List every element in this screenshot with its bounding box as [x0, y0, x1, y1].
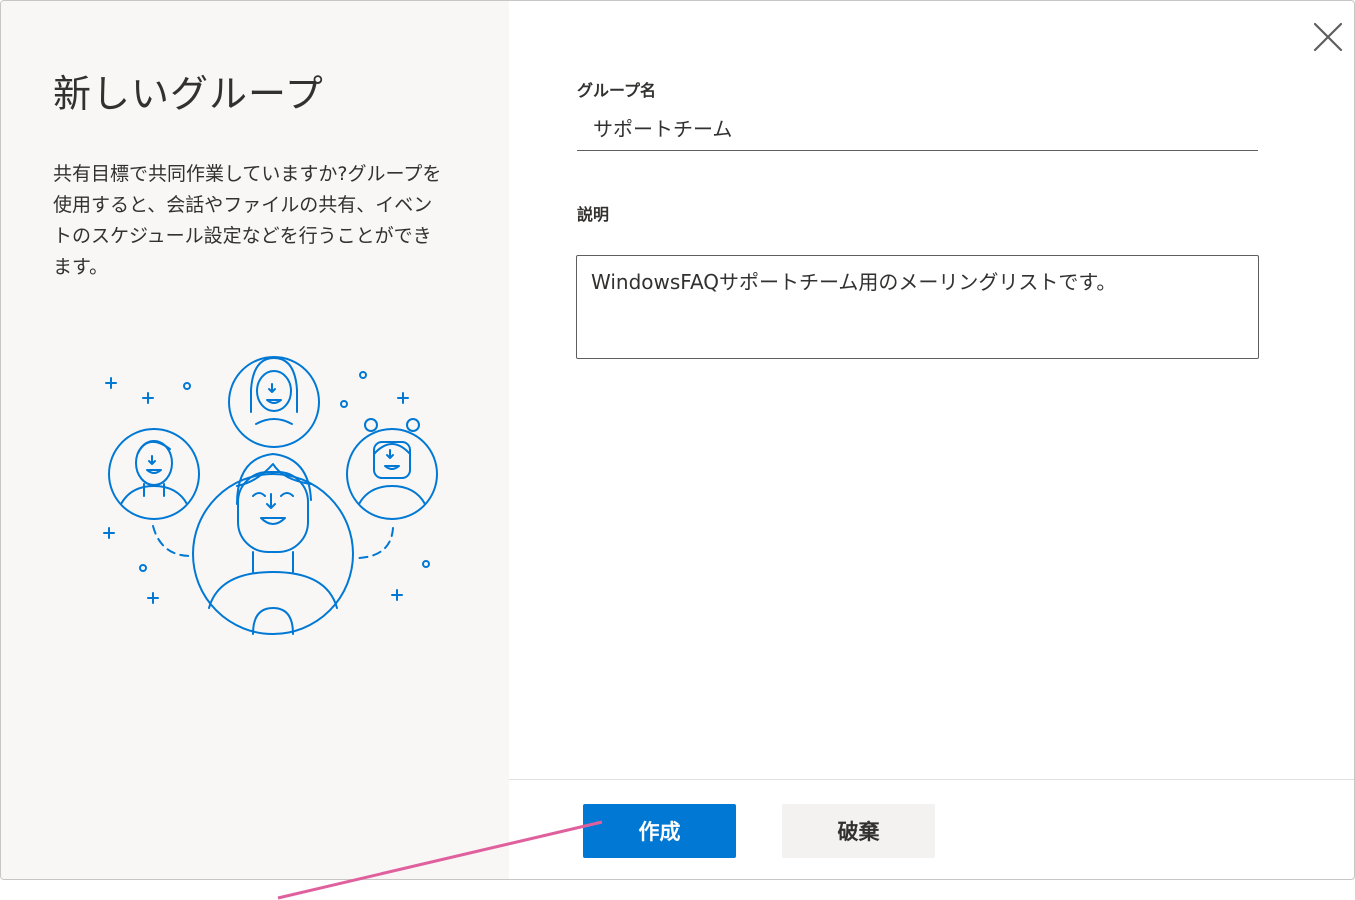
- group-name-input[interactable]: [577, 105, 1258, 151]
- group-people-illustration: [103, 356, 438, 635]
- description-textarea[interactable]: WindowsFAQサポートチーム用のメーリングリストです。: [576, 255, 1259, 359]
- close-icon: [1313, 22, 1343, 52]
- description-label: 説明: [577, 205, 610, 224]
- dialog-description: 共有目標で共同作業していますか?グループを使用すると、会話やファイルの共有、イベ…: [53, 163, 442, 278]
- info-panel: 新しいグループ 共有目標で共同作業していますか?グループを使用すると、会話やファ…: [1, 1, 509, 879]
- close-button[interactable]: [1305, 15, 1349, 59]
- dialog-title: 新しいグループ: [53, 72, 324, 116]
- create-button[interactable]: 作成: [583, 804, 736, 858]
- footer-divider: [509, 779, 1354, 780]
- discard-button[interactable]: 破棄: [782, 804, 935, 858]
- group-name-label: グループ名: [577, 81, 657, 100]
- new-group-dialog: 新しいグループ 共有目標で共同作業していますか?グループを使用すると、会話やファ…: [0, 0, 1355, 880]
